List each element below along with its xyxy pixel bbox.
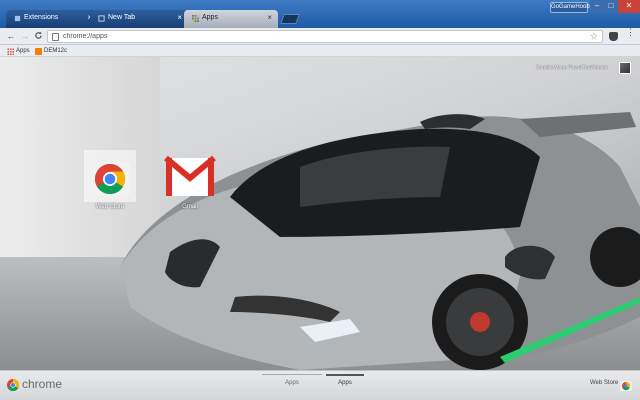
address-bar[interactable]: ☆: [47, 30, 603, 43]
app-name: Web Store: [95, 204, 125, 210]
profile-button[interactable]: GoGameHoob: [550, 2, 590, 13]
bookmark-label: DEM12c: [44, 48, 68, 54]
app-gmail[interactable]: Gmail: [160, 150, 220, 220]
page-label: Apps: [338, 380, 352, 386]
reload-button[interactable]: [33, 31, 43, 41]
tab-apps[interactable]: Apps ×: [184, 10, 278, 28]
close-tab-icon[interactable]: ×: [177, 13, 182, 22]
page-switcher-apps-active[interactable]: Apps: [326, 371, 364, 400]
apps-grid-icon: [7, 48, 14, 55]
toolbar: ← → ☆ ⋮: [0, 28, 640, 45]
close-window-button[interactable]: ✕: [618, 0, 640, 13]
tab-extensions[interactable]: Extensions ×: [6, 10, 98, 28]
chrome-logo-icon: [7, 379, 19, 391]
close-tab-icon[interactable]: ×: [267, 13, 272, 22]
photo-credit[interactable]: SouldierMoon PawelTheWonder: [536, 65, 608, 71]
tab-new-tab[interactable]: New Tab ×: [90, 10, 188, 28]
chrome-webstore-icon: [90, 162, 130, 196]
title-bar: Extensions × New Tab × Apps × GoGameHoob…: [0, 0, 640, 28]
app-name: Gmail: [182, 204, 198, 210]
reload-icon: [34, 31, 42, 39]
maximize-button[interactable]: □: [604, 0, 618, 13]
bookmark-label: Apps: [16, 48, 30, 54]
extension-icon: [14, 15, 21, 22]
bookmark-dem12c[interactable]: DEM12c: [34, 46, 67, 56]
bookmark-star-icon[interactable]: ☆: [590, 31, 598, 42]
gmail-icon: [164, 155, 216, 196]
bookmark-apps[interactable]: Apps: [6, 46, 30, 56]
tab-label: New Tab: [108, 14, 136, 21]
page-indicator: [262, 374, 322, 375]
bottom-bar: chrome Apps Apps Web Store: [0, 370, 640, 400]
back-button[interactable]: ←: [6, 31, 16, 41]
menu-icon[interactable]: ⋮: [626, 28, 635, 37]
page-indicator: [326, 374, 364, 376]
apps-grid-icon: [192, 15, 199, 22]
app-web-store[interactable]: Web Store: [80, 150, 140, 220]
extension-shield-icon[interactable]: [609, 32, 618, 41]
apps-page: SouldierMoon PawelTheWonder Web Store Gm…: [0, 57, 640, 370]
newtab-icon: [98, 15, 105, 22]
address-input[interactable]: [63, 31, 583, 42]
page-label: Apps: [285, 380, 299, 386]
tab-label: Apps: [202, 14, 218, 21]
new-tab-button[interactable]: [280, 14, 300, 24]
page-icon: [52, 33, 59, 41]
web-store-link[interactable]: Web Store: [590, 380, 618, 386]
tab-label: Extensions: [24, 14, 59, 21]
webstore-icon[interactable]: [620, 379, 632, 391]
minimize-button[interactable]: –: [590, 0, 604, 13]
blogger-icon: [35, 48, 42, 55]
credit-avatar[interactable]: [619, 62, 631, 74]
forward-button[interactable]: →: [20, 31, 30, 41]
page-switcher-apps[interactable]: Apps: [262, 371, 322, 400]
chrome-brand-text: chrome: [22, 377, 63, 391]
bookmarks-bar: Apps DEM12c: [0, 45, 640, 57]
